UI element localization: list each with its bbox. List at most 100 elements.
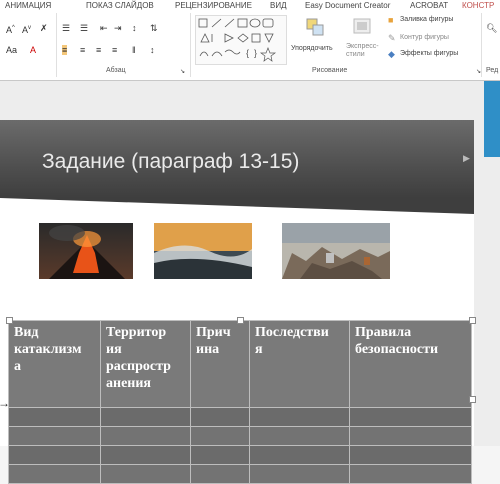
table-cell[interactable] [249,426,350,446]
header-line: я [255,342,263,357]
align-left-icon[interactable]: ≡ [62,45,68,55]
arrange-label: Упорядочить [291,45,333,52]
table-row [8,426,472,446]
group-label-paragraph: Абзац [106,67,126,74]
table-cell[interactable] [349,426,472,446]
table-cell[interactable] [349,464,472,484]
shape-outline-button[interactable]: ✎ Контур фигуры [388,33,478,45]
table-header-cell[interactable]: Правила безопасности [349,320,472,408]
arrange-button[interactable]: Упорядочить [291,15,341,63]
numbering-icon[interactable]: ☰ [80,23,88,33]
header-line: безопасности [355,342,439,357]
align-center-icon[interactable]: ≡ [80,45,85,55]
header-line: катаклизм [14,342,82,357]
tab-slideshow[interactable]: ПОКАЗ СЛАЙДОВ [86,0,154,11]
separator [190,13,191,77]
cataclysm-table[interactable]: Вид катаклизм а Территор ия распростр ан… [8,320,472,484]
table-header-cell[interactable]: Последстви я [249,320,350,408]
table-row [8,464,472,484]
decrease-indent-icon[interactable]: ⇤ [100,23,108,33]
table-cell[interactable] [8,445,101,465]
justify-icon[interactable]: ≡ [112,45,117,55]
slide-accent-bar [484,81,500,157]
char-spacing-icon[interactable]: Aa [6,45,17,55]
table-header-cell[interactable]: Вид катаклизм а [8,320,101,408]
shape-effects-label: Эффекты фигуры [400,50,459,57]
header-line: Территор [106,325,167,340]
align-text-icon[interactable]: ↕ [150,45,155,55]
volcano-photo [39,223,133,279]
table-header-row: Вид катаклизм а Территор ия распростр ан… [8,320,472,408]
slide-title[interactable]: Задание (параграф 13-15) [42,150,299,174]
table-cell[interactable] [8,407,101,427]
table-cell[interactable] [100,445,191,465]
shapes-gallery-icons: { } [198,18,277,62]
bullets-icon[interactable]: ☰ [62,23,70,33]
table-cell[interactable] [190,464,250,484]
grow-font-icon[interactable]: A^ [6,23,15,35]
title-wedge [0,198,474,214]
line-spacing-icon[interactable]: ↕ [132,23,137,33]
ribbon: A^ Av ✗ Aa A ☰ ☰ ⇤ ⇥ ↕ ⇅ ≡ ≡ ≡ ≡ ‖ ↕ Абз… [0,11,500,81]
resize-handle[interactable] [237,317,244,324]
shape-fill-button[interactable]: ■ Заливка фигуры [388,15,478,27]
table-cell[interactable] [190,426,250,446]
table-cell[interactable] [100,426,191,446]
tsunami-photo [154,223,252,279]
font-color-icon[interactable]: A [30,45,36,55]
resize-handle[interactable] [469,317,476,324]
header-line: анения [106,376,151,391]
header-line: ия [106,342,122,357]
shrink-font-icon[interactable]: Av [22,23,31,35]
group-label-editing: Ред [486,67,499,74]
svg-text:}: } [254,48,257,58]
table-cell[interactable] [349,445,472,465]
increase-indent-icon[interactable]: ⇥ [114,23,122,33]
slide-editor: Задание (параграф 13-15) ▶ Вид катаклизм… [0,81,500,484]
find-icon[interactable]: 🔍︎ [486,23,497,33]
table-row [8,407,472,427]
table-cell[interactable] [249,407,350,427]
table-cell[interactable] [249,445,350,465]
align-right-icon[interactable]: ≡ [96,45,101,55]
tab-review[interactable]: РЕЦЕНЗИРОВАНИЕ [175,0,252,11]
shape-effects-button[interactable]: ◆ Эффекты фигуры [388,49,478,61]
header-line: ина [196,342,220,357]
separator [481,13,482,77]
table-cell[interactable] [190,407,250,427]
table-cell[interactable] [249,464,350,484]
arrange-icon [306,18,324,36]
separator [56,13,57,77]
quick-styles-button[interactable]: Экспресс- стили [344,15,384,63]
shapes-gallery[interactable]: { } [195,15,287,65]
resize-handle[interactable] [469,396,476,403]
tab-animation[interactable]: АНИМАЦИЯ [5,0,51,11]
resize-handle[interactable] [6,317,13,324]
columns-icon[interactable]: ‖ [132,45,136,55]
clear-format-icon[interactable]: ✗ [40,23,48,33]
paint-bucket-icon: ■ [388,15,394,25]
table-cell[interactable] [100,407,191,427]
effects-icon: ◆ [388,49,395,59]
table-row [8,445,472,465]
table-cell[interactable] [8,464,101,484]
svg-text:{: { [246,48,249,58]
tab-view[interactable]: ВИД [270,0,287,11]
table-cell[interactable] [349,407,472,427]
pen-icon: ✎ [388,33,396,43]
slide[interactable]: Задание (параграф 13-15) ▶ Вид катаклизм… [0,120,476,484]
header-line: Последстви [255,325,329,340]
header-line: Прич [196,325,231,340]
table-header-cell[interactable]: Прич ина [190,320,250,408]
table-header-cell[interactable]: Территор ия распростр анения [100,320,191,408]
table-cell[interactable] [8,426,101,446]
text-direction-icon[interactable]: ⇅ [150,23,158,33]
tab-easy-document-creator[interactable]: Easy Document Creator [305,0,390,11]
table-cell[interactable] [190,445,250,465]
dialog-launcher-icon[interactable]: ↘ [180,67,185,77]
tab-design[interactable]: КОНСТР [462,0,494,11]
table-cell[interactable] [100,464,191,484]
header-line: Правила [355,325,412,340]
shape-fill-label: Заливка фигуры [400,16,454,23]
tab-acrobat[interactable]: ACROBAT [410,0,448,11]
